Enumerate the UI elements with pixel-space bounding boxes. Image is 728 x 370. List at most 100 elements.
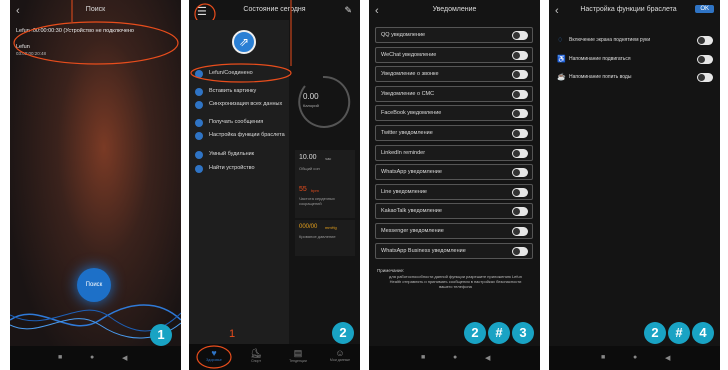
step-badge-3: 3	[512, 322, 534, 344]
ok-button[interactable]: OK	[695, 5, 714, 13]
app-logo-icon: ⇗	[232, 30, 256, 54]
page-title: Уведомление	[432, 6, 477, 13]
step-badge: 1	[150, 324, 172, 346]
annotation-circle-tab	[196, 345, 232, 369]
hand-icon: ♢	[557, 37, 564, 44]
setting-raise-wake[interactable]: ♢ Включение экрана поднятием руки	[557, 36, 713, 46]
alarm-icon	[195, 151, 203, 159]
today-screen: ☰ Состояние сегодня ✎ 2 ⇗ Lefun/Соединен…	[189, 0, 360, 370]
annotation-line-top	[290, 0, 292, 66]
toggle-switch[interactable]	[512, 246, 528, 256]
step-badge-2: 2	[464, 322, 486, 344]
tab-sport[interactable]: ⛸ Спорт	[241, 348, 271, 363]
android-navbar: ■ ● ◀	[10, 346, 181, 370]
ring-unit: Калорий	[303, 103, 319, 108]
stat-blood-pressure[interactable]: 000/00 mmHg Кровяное давление	[295, 220, 355, 256]
menu-item-insert-picture[interactable]: Вставить картинку	[195, 88, 289, 97]
toggle-switch[interactable]	[512, 50, 528, 60]
annotation-ellipse-device	[190, 63, 292, 83]
back-nav-icon[interactable]: ◀	[665, 354, 670, 362]
notification-row[interactable]: Messenger уведомление	[375, 223, 533, 239]
notification-row[interactable]: Twitter уведомление	[375, 125, 533, 141]
bottom-tabbar: ♥ Здоровье ⛸ Спорт ▤ Тенденции ☺ Мои дан…	[189, 344, 360, 370]
setting-move-reminder[interactable]: ♿ Напоминание подвигаться	[557, 55, 713, 65]
message-icon	[195, 119, 203, 127]
toggle-switch[interactable]	[512, 129, 528, 138]
back-icon[interactable]: ‹	[375, 5, 379, 17]
notification-row[interactable]: KakaoTalk уведомление	[375, 203, 533, 220]
bracelet-settings-screen: ‹ Настройка функции браслета OK ♢ Включе…	[549, 0, 720, 370]
ring-value: 0.00	[303, 92, 319, 101]
toggle-switch[interactable]	[512, 70, 528, 80]
step-badge-hash: #	[668, 322, 690, 344]
toggle-switch[interactable]	[512, 187, 528, 197]
notification-row[interactable]: LinkedIn reminder	[375, 144, 533, 161]
sync-icon	[195, 101, 203, 109]
toggle-switch[interactable]	[697, 55, 713, 64]
tab-trends[interactable]: ▤ Тенденции	[283, 348, 313, 363]
person-icon: ☺	[335, 348, 345, 358]
annotation-line-search	[71, 0, 73, 22]
note-text: для работоспособности данной функции раз…	[389, 274, 522, 289]
notification-row[interactable]: Line уведомление	[375, 183, 533, 200]
bracelet-icon	[195, 132, 203, 140]
annotation-label-1: 1	[229, 328, 236, 340]
recents-icon[interactable]: ■	[601, 354, 605, 361]
annotation-ellipse	[13, 21, 179, 65]
menu-item-messages[interactable]: Получать сообщения	[195, 119, 289, 128]
edit-icon[interactable]: ✎	[344, 5, 352, 16]
toggle-switch[interactable]	[512, 89, 528, 99]
back-nav-icon[interactable]: ◀	[485, 354, 490, 362]
notification-row[interactable]: WhatsApp Business уведомление	[375, 242, 533, 259]
notification-row[interactable]: WeChat уведомление	[375, 46, 533, 63]
toggle-switch[interactable]	[512, 109, 528, 119]
calorie-ring	[298, 75, 351, 128]
recents-icon[interactable]: ■	[58, 354, 62, 361]
header: ‹ Настройка функции браслета OK	[549, 5, 720, 20]
android-navbar: ■ ● ◀	[369, 346, 540, 370]
picture-icon	[195, 88, 203, 96]
menu-item-find-device[interactable]: Найти устройство	[195, 165, 289, 174]
stat-sleep[interactable]: 10.00 час Общий сон	[295, 150, 355, 182]
sit-icon: ♿	[557, 56, 566, 63]
toggle-switch[interactable]	[512, 148, 528, 158]
notification-row[interactable]: WhatsApp уведомление	[375, 164, 533, 181]
notification-row[interactable]: FaceBook уведомление	[375, 105, 533, 122]
shoe-icon: ⛸	[250, 348, 262, 358]
notification-row[interactable]: Уведомление о звонке	[375, 66, 533, 83]
menu-item-alarm[interactable]: Умный будильник	[195, 151, 289, 160]
back-icon[interactable]: ‹	[16, 5, 20, 17]
notification-row[interactable]: Уведомление о СМС	[375, 85, 533, 102]
page-title: Поиск	[85, 6, 106, 13]
setting-water-reminder[interactable]: ☕ Напоминание попить воды	[557, 73, 713, 83]
home-icon[interactable]: ●	[453, 354, 457, 361]
toggle-switch[interactable]	[512, 168, 528, 178]
step-badge-4: 4	[692, 322, 714, 344]
recents-icon[interactable]: ■	[421, 354, 425, 361]
toggle-switch[interactable]	[512, 207, 528, 217]
note-title: Примечание:	[377, 268, 405, 273]
home-icon[interactable]: ●	[633, 354, 637, 361]
back-nav-icon[interactable]: ◀	[122, 354, 127, 362]
menu-item-sync[interactable]: Синхронизация всех данных	[195, 101, 289, 115]
stat-heart-rate[interactable]: 55 bpm Частота сердечных сокращений	[295, 182, 355, 218]
home-icon[interactable]: ●	[90, 354, 94, 361]
menu-item-bracelet-settings[interactable]: Настройка функции браслета	[195, 132, 289, 146]
toggle-switch[interactable]	[512, 31, 528, 40]
toggle-switch[interactable]	[697, 36, 713, 45]
drawer: ⇗ Lefun/Соединено Вставить картинку Синх…	[189, 20, 292, 346]
search-screen: ‹ Поиск Lefun :00:00:00:30 (Устройство н…	[10, 0, 181, 370]
toggle-switch[interactable]	[512, 227, 528, 236]
step-badge-hash: #	[488, 322, 510, 344]
tab-my-data[interactable]: ☺ Мои данные	[325, 348, 355, 362]
notifications-screen: ‹ Уведомление QQ уведомление WeChat уведо…	[369, 0, 540, 370]
drink-icon: ☕	[557, 74, 566, 81]
toggle-switch[interactable]	[697, 73, 713, 82]
page-title: Настройка функции браслета	[580, 6, 677, 13]
back-icon[interactable]: ‹	[555, 5, 559, 17]
find-icon	[195, 165, 203, 173]
header: ‹ Уведомление	[369, 5, 540, 20]
step-badge: 2	[332, 322, 354, 344]
notification-row[interactable]: QQ уведомление	[375, 27, 533, 43]
android-navbar: ■ ● ◀	[549, 346, 720, 370]
